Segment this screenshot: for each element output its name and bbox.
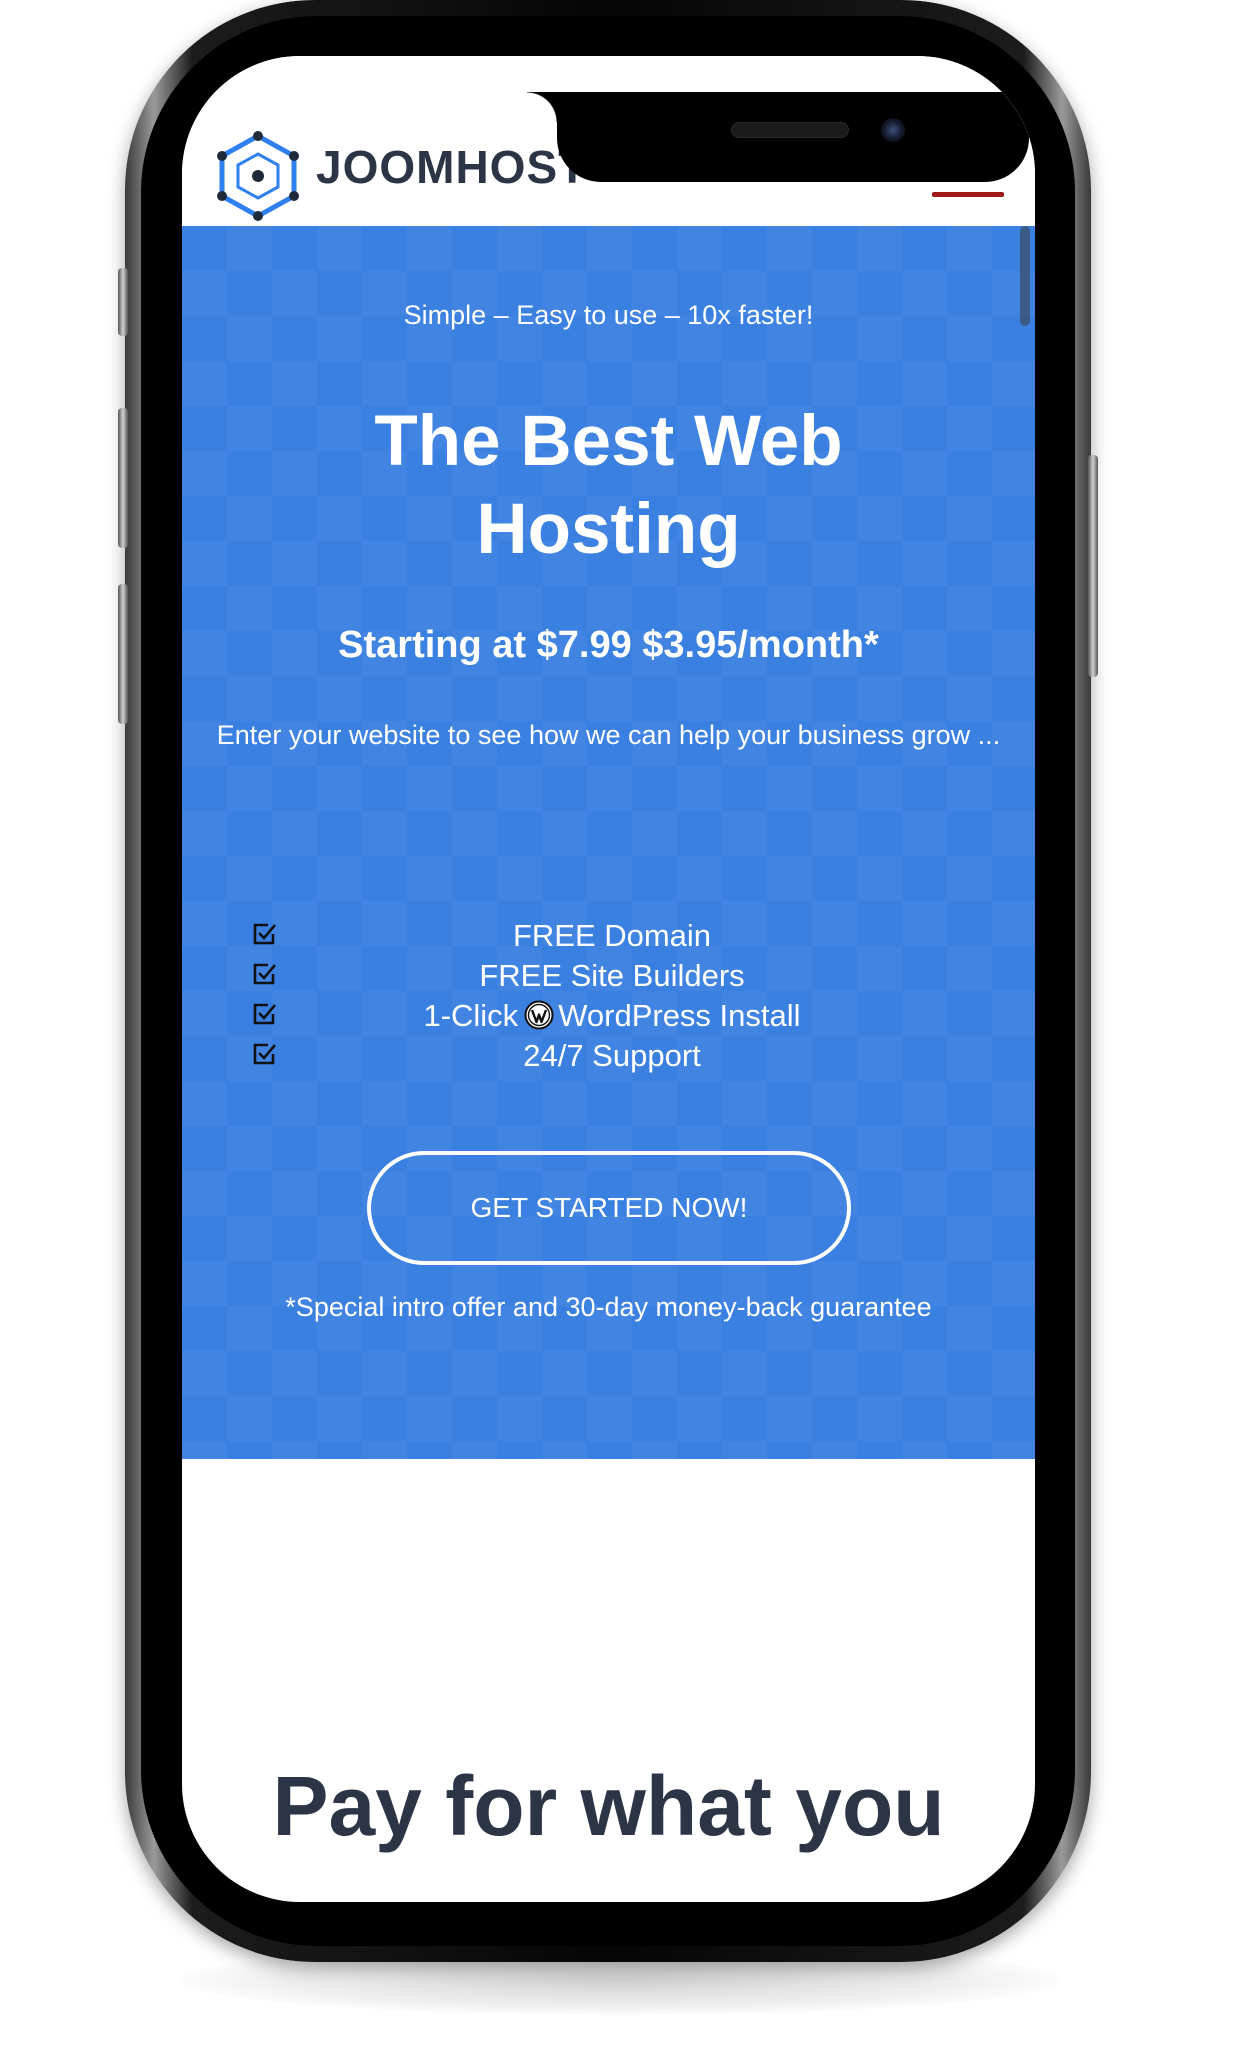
front-camera bbox=[881, 118, 905, 142]
hexagon-logo-icon[interactable] bbox=[214, 128, 302, 224]
wordpress-icon bbox=[524, 1000, 554, 1030]
feature-item: FREE Domain bbox=[182, 916, 1035, 956]
checkbox-checked-icon bbox=[253, 963, 276, 985]
feature-item: 1-Click WordPress Install bbox=[182, 996, 1035, 1036]
get-started-button[interactable]: GET STARTED NOW! bbox=[367, 1151, 851, 1265]
brand-name[interactable]: JOOMHOST bbox=[316, 144, 587, 190]
feature-item: 24/7 Support bbox=[182, 1036, 1035, 1076]
scrollbar-thumb[interactable] bbox=[1020, 226, 1030, 326]
checkbox-checked-icon bbox=[253, 1003, 276, 1025]
feature-label-before: 1-Click bbox=[423, 998, 519, 1033]
volume-down-button bbox=[118, 584, 128, 724]
feature-label: FREE Domain bbox=[512, 918, 712, 953]
feature-label: 1-Click WordPress Install bbox=[322, 998, 902, 1034]
power-button bbox=[1088, 455, 1098, 677]
feature-list: FREE Domain FREE Site Builders 1-Click W… bbox=[182, 916, 1035, 1076]
volume-up-button bbox=[118, 408, 128, 548]
section-heading: Pay for what you bbox=[272, 1759, 945, 1853]
intro-text: Enter your website to see how we can hel… bbox=[216, 720, 1001, 750]
feature-label: 24/7 Support bbox=[523, 1038, 701, 1073]
feature-label-after: WordPress Install bbox=[558, 998, 801, 1033]
phone-notch bbox=[527, 92, 1035, 182]
hero-section: Simple – Easy to use – 10x faster! The B… bbox=[182, 226, 1035, 1459]
hero-headline: The Best Web Hosting bbox=[374, 402, 843, 569]
hero-tagline: Simple – Easy to use – 10x faster! bbox=[403, 300, 814, 330]
checkbox-checked-icon bbox=[253, 923, 276, 945]
feature-item: FREE Site Builders bbox=[182, 956, 1035, 996]
checkbox-checked-icon bbox=[253, 1043, 276, 1065]
feature-label: FREE Site Builders bbox=[479, 958, 745, 993]
price-text: Starting at $7.99 $3.95/month* bbox=[338, 624, 879, 666]
offer-note: *Special intro offer and 30-day money-ba… bbox=[285, 1292, 932, 1322]
speaker-grille bbox=[731, 122, 849, 138]
phone-screen: JOOMHOST Simple – Easy to use – 10x fast… bbox=[182, 56, 1035, 1902]
silent-switch bbox=[118, 268, 128, 336]
